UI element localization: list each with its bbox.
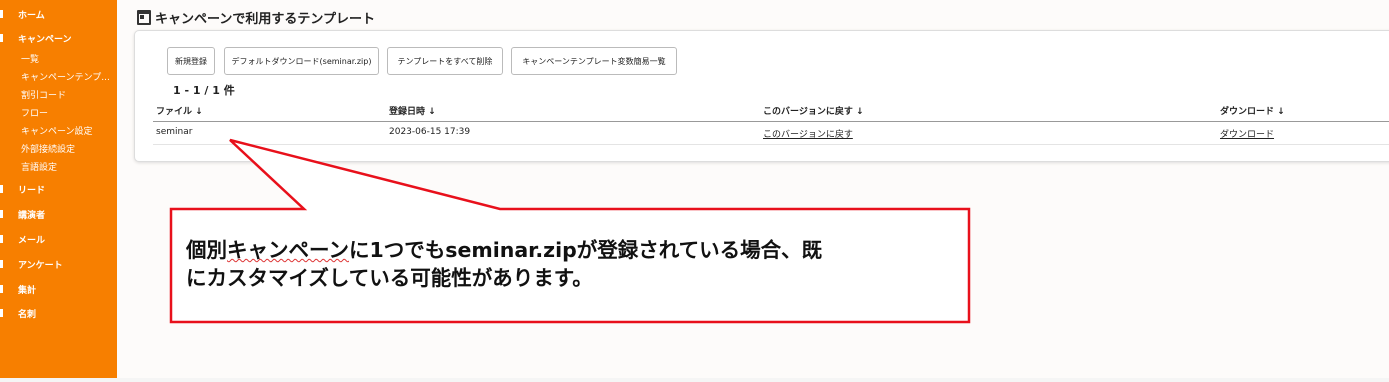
sidebar-item-speaker[interactable]: 講演者 <box>0 205 45 223</box>
sidebar-item-label: 名刺 <box>18 309 37 320</box>
spellcheck-underlined-word: キャンペーン <box>227 238 349 262</box>
callout-line-2: にカスタマイズしている可能性があります。 <box>186 266 593 290</box>
sidebar-subitem-language[interactable]: 言語設定 <box>21 158 117 174</box>
download-link[interactable]: ダウンロード <box>1220 127 1274 140</box>
sidebar-subitem-label: キャンペーン設定 <box>21 126 93 137</box>
sidebar-item-aggregate[interactable]: 集計 <box>0 280 36 298</box>
sidebar-item-label: リード <box>18 185 46 196</box>
page-title-text: キャンペーンで利用するテンプレート <box>155 12 375 27</box>
callout-text: 個別キャンペーンに1つでもseminar.zipが登録されている場合、既 にカス… <box>186 236 956 292</box>
sidebar-item-label: 講演者 <box>18 210 46 221</box>
sidebar-item-mail[interactable]: メール <box>0 230 45 248</box>
sidebar-subitem-external-connection[interactable]: 外部接続設定 <box>21 140 117 156</box>
sidebar: ホーム キャンペーン 一覧 キャンペーンテンプ... 割引コード フロー キャン… <box>0 0 117 378</box>
sidebar-subitem-label: 割引コード <box>21 90 67 101</box>
sidebar-subitem-discount-code[interactable]: 割引コード <box>21 86 117 102</box>
cell-registered-at: 2023-06-15 17:39 <box>389 127 471 137</box>
bullet-icon <box>0 309 3 317</box>
sidebar-item-label: ホーム <box>18 10 45 21</box>
bullet-icon <box>0 285 3 293</box>
sidebar-item-lead[interactable]: リード <box>0 180 45 198</box>
sidebar-item-home[interactable]: ホーム <box>0 5 45 23</box>
sidebar-subitem-label: キャンペーンテンプ... <box>21 72 110 83</box>
default-download-button[interactable]: デフォルトダウンロード(seminar.zip) <box>224 47 379 75</box>
sidebar-subitem-flow[interactable]: フロー <box>21 104 117 120</box>
sidebar-item-label: アンケート <box>18 260 63 271</box>
sidebar-subitem-campaign-template[interactable]: キャンペーンテンプ... <box>21 68 117 84</box>
header-divider <box>153 121 1389 122</box>
sidebar-subitem-list[interactable]: 一覧 <box>21 50 117 66</box>
cell-file: seminar <box>156 127 193 137</box>
column-header-file[interactable]: ファイル ↓ <box>156 104 203 117</box>
calendar-icon <box>137 10 151 25</box>
bullet-icon <box>0 260 3 268</box>
column-header-download[interactable]: ダウンロード ↓ <box>1220 104 1285 117</box>
sidebar-subitem-label: 言語設定 <box>21 162 58 173</box>
sidebar-item-label: キャンペーン <box>18 34 72 45</box>
sidebar-subitem-label: 一覧 <box>21 54 40 65</box>
sidebar-subitem-label: 外部接続設定 <box>21 144 76 155</box>
sidebar-item-survey[interactable]: アンケート <box>0 255 63 273</box>
bullet-icon <box>0 10 3 18</box>
sidebar-subitem-label: フロー <box>21 108 49 119</box>
bullet-icon <box>0 185 3 193</box>
revert-version-link[interactable]: このバージョンに戻す <box>763 127 853 140</box>
template-card: 新規登録 デフォルトダウンロード(seminar.zip) テンプレートをすべて… <box>134 30 1389 162</box>
sidebar-item-label: メール <box>18 235 46 246</box>
delete-all-templates-button[interactable]: テンプレートをすべて削除 <box>387 47 503 75</box>
sidebar-item-campaign[interactable]: キャンペーン <box>0 29 72 47</box>
bullet-icon <box>0 34 3 42</box>
callout-line-1: 個別キャンペーンに1つでもseminar.zipが登録されている場合、既 <box>186 238 823 262</box>
sidebar-subitem-campaign-settings[interactable]: キャンペーン設定 <box>21 122 117 138</box>
column-header-revert[interactable]: このバージョンに戻す ↓ <box>763 104 864 117</box>
bullet-icon <box>0 235 3 243</box>
row-divider <box>153 144 1389 145</box>
new-register-button[interactable]: 新規登録 <box>167 47 215 75</box>
template-variables-button[interactable]: キャンペーンテンプレート変数簡易一覧 <box>511 47 677 75</box>
page-title: キャンペーンで利用するテンプレート <box>137 8 375 27</box>
column-header-registered-at[interactable]: 登録日時 ↓ <box>389 104 436 117</box>
result-count: 1 - 1 / 1 件 <box>173 84 235 97</box>
sidebar-item-business-card[interactable]: 名刺 <box>0 304 36 322</box>
main-content: キャンペーンで利用するテンプレート 新規登録 デフォルトダウンロード(semin… <box>117 0 1389 378</box>
bullet-icon <box>0 210 3 218</box>
sidebar-item-label: 集計 <box>18 285 37 296</box>
